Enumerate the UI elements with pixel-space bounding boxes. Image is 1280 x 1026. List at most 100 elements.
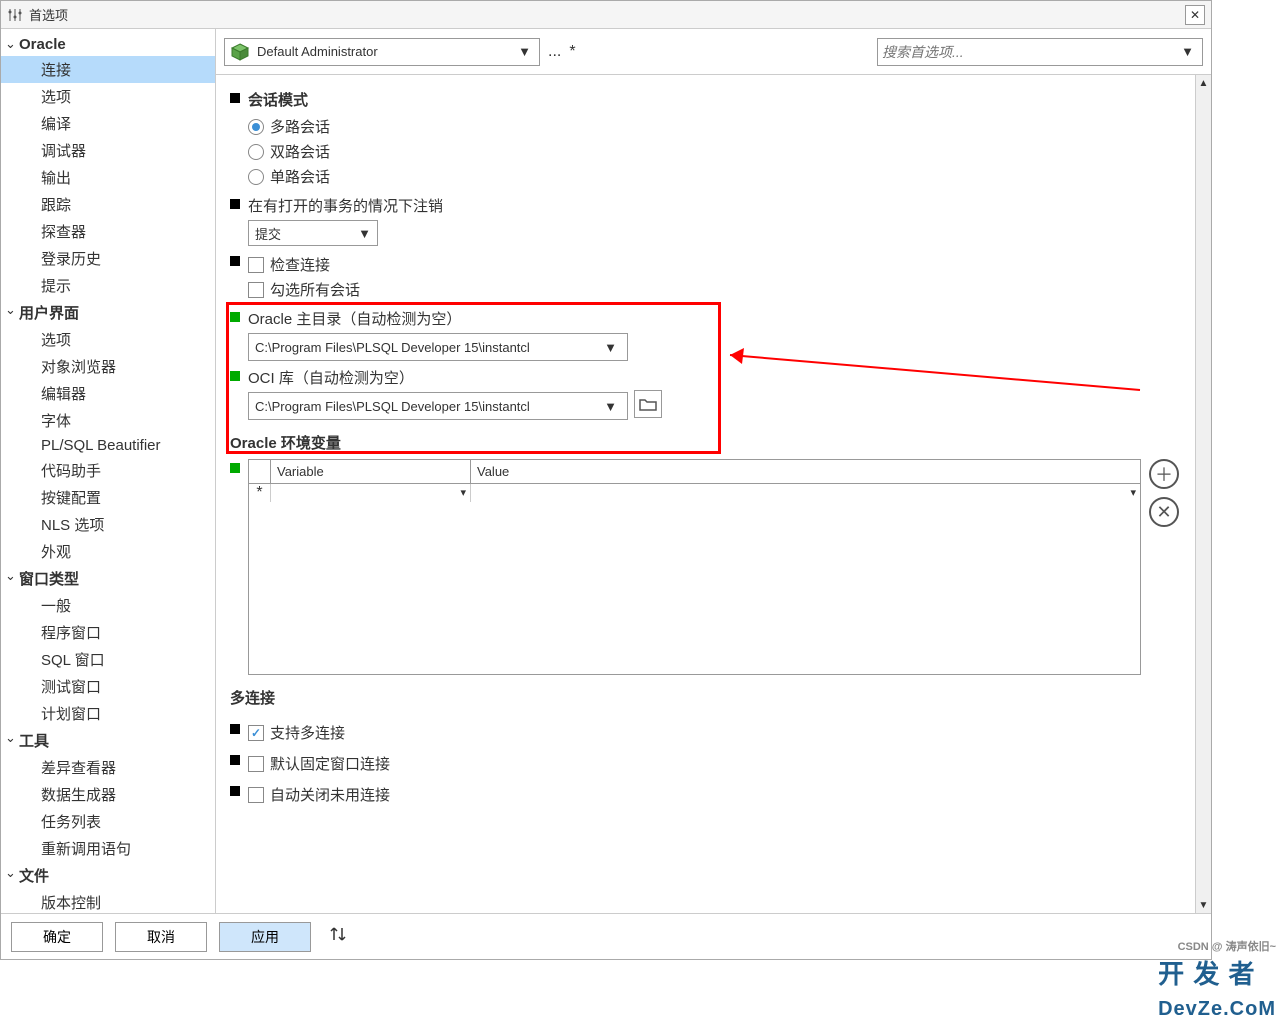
tree-group-window-type[interactable]: 窗口类型: [1, 565, 215, 592]
tree-item[interactable]: 一般: [1, 592, 215, 619]
add-row-button[interactable]: ＋: [1149, 459, 1179, 489]
section-marker: [230, 93, 240, 103]
tree-item[interactable]: 探查器: [1, 218, 215, 245]
env-value-cell[interactable]: ▾: [471, 484, 1140, 502]
watermark: CSDN @ 涛声依旧~ 开 发 者 DevZe.CoM: [1158, 938, 1276, 1022]
tree-item[interactable]: 对象浏览器: [1, 353, 215, 380]
env-variable-cell[interactable]: ▾: [271, 484, 471, 502]
radio-dual-session[interactable]: [248, 144, 264, 160]
tree-item[interactable]: 按键配置: [1, 484, 215, 511]
oracle-home-combo[interactable]: C:\Program Files\PLSQL Developer 15\inst…: [248, 333, 628, 361]
tree-item[interactable]: 任务列表: [1, 808, 215, 835]
dropdown-arrow-icon: ▼: [1177, 44, 1198, 59]
tree-item[interactable]: 编辑器: [1, 380, 215, 407]
section-marker: [230, 371, 240, 381]
tree-item[interactable]: 数据生成器: [1, 781, 215, 808]
check-pin-window[interactable]: [248, 756, 264, 772]
tree-item[interactable]: 计划窗口: [1, 700, 215, 727]
section-marker: [230, 786, 240, 796]
logoff-label: 在有打开的事务的情况下注销: [248, 195, 1179, 216]
tree-item[interactable]: 程序窗口: [1, 619, 215, 646]
nav-tree[interactable]: Oracle 连接 选项 编译 调试器 输出 跟踪 探查器 登录历史 提示 用户…: [1, 29, 215, 913]
tree-item[interactable]: 选项: [1, 326, 215, 353]
search-input[interactable]: [882, 44, 1177, 60]
check-all-sessions[interactable]: [248, 282, 264, 298]
tree-group-tools[interactable]: 工具: [1, 727, 215, 754]
more-button[interactable]: ...: [548, 43, 561, 61]
dropdown-arrow-icon: ▼: [514, 44, 535, 59]
tree-group-oracle[interactable]: Oracle: [1, 33, 215, 56]
modified-indicator: *: [569, 43, 575, 61]
delete-row-button[interactable]: ✕: [1149, 497, 1179, 527]
tree-group-ui[interactable]: 用户界面: [1, 299, 215, 326]
section-marker: [230, 724, 240, 734]
tree-item[interactable]: 跟踪: [1, 191, 215, 218]
oracle-home-label: Oracle 主目录（自动检测为空）: [248, 308, 1179, 329]
check-connection[interactable]: [248, 257, 264, 273]
tree-item[interactable]: NLS 选项: [1, 511, 215, 538]
env-col-variable: Variable: [271, 460, 471, 483]
section-marker: [230, 199, 240, 209]
tree-item[interactable]: 字体: [1, 407, 215, 434]
admin-combo[interactable]: Default Administrator ▼: [224, 38, 540, 66]
section-marker: [230, 312, 240, 322]
tree-item[interactable]: 提示: [1, 272, 215, 299]
tree-item[interactable]: 连接: [1, 56, 215, 83]
oci-lib-combo[interactable]: C:\Program Files\PLSQL Developer 15\inst…: [248, 392, 628, 420]
sort-icon[interactable]: [323, 925, 353, 948]
radio-label: 多路会话: [270, 116, 330, 137]
env-col-value: Value: [471, 460, 1140, 483]
close-button[interactable]: ✕: [1185, 5, 1205, 25]
tree-item[interactable]: 编译: [1, 110, 215, 137]
search-combo[interactable]: ▼: [877, 38, 1203, 66]
sidebar: Oracle 连接 选项 编译 调试器 输出 跟踪 探查器 登录历史 提示 用户…: [1, 29, 216, 913]
oci-lib-value: C:\Program Files\PLSQL Developer 15\inst…: [255, 399, 600, 414]
tree-item[interactable]: 输出: [1, 164, 215, 191]
settings-icon: [7, 8, 23, 22]
admin-label: Default Administrator: [257, 44, 378, 59]
folder-icon: [639, 397, 657, 411]
radio-multi-session[interactable]: [248, 119, 264, 135]
logoff-combo[interactable]: 提交▼: [248, 220, 378, 246]
radio-label: 双路会话: [270, 141, 330, 162]
check-support-multi[interactable]: [248, 725, 264, 741]
multi-heading: 多连接: [230, 681, 1179, 714]
apply-button[interactable]: 应用: [219, 922, 311, 952]
cube-icon: [229, 41, 251, 63]
section-marker: [230, 463, 240, 473]
check-label: 支持多连接: [270, 722, 345, 743]
section-marker: [230, 256, 240, 266]
tree-item[interactable]: 重新调用语句: [1, 835, 215, 862]
content-area: ▲▼ 会话模式 多路会话 双路会话 单路会话: [216, 75, 1211, 913]
tree-item[interactable]: PL/SQL Beautifier: [1, 434, 215, 457]
footer: 确定 取消 应用: [1, 913, 1211, 959]
check-label: 自动关闭未用连接: [270, 784, 390, 805]
titlebar: 首选项 ✕: [1, 1, 1211, 29]
check-label: 检查连接: [270, 254, 330, 275]
radio-single-session[interactable]: [248, 169, 264, 185]
radio-label: 单路会话: [270, 166, 330, 187]
toolbar: Default Administrator ▼ ... * ▼: [216, 29, 1211, 75]
tree-group-files[interactable]: 文件: [1, 862, 215, 889]
cancel-button[interactable]: 取消: [115, 922, 207, 952]
env-table[interactable]: Variable Value * ▾ ▾: [248, 459, 1141, 675]
tree-item[interactable]: SQL 窗口: [1, 646, 215, 673]
tree-item[interactable]: 差异查看器: [1, 754, 215, 781]
preferences-window: 首选项 ✕ Oracle 连接 选项 编译 调试器 输出 跟踪 探查器 登录历史…: [0, 0, 1212, 960]
browse-button[interactable]: [634, 390, 662, 418]
check-auto-close[interactable]: [248, 787, 264, 803]
env-heading: Oracle 环境变量: [230, 426, 1179, 459]
tree-item[interactable]: 选项: [1, 83, 215, 110]
oci-lib-label: OCI 库（自动检测为空）: [248, 367, 1179, 388]
session-mode-title: 会话模式: [248, 89, 1179, 110]
tree-item[interactable]: 版本控制: [1, 889, 215, 913]
window-title: 首选项: [23, 5, 68, 24]
vertical-scrollbar[interactable]: ▲▼: [1195, 75, 1211, 913]
tree-item[interactable]: 调试器: [1, 137, 215, 164]
tree-item[interactable]: 外观: [1, 538, 215, 565]
ok-button[interactable]: 确定: [11, 922, 103, 952]
tree-item[interactable]: 测试窗口: [1, 673, 215, 700]
tree-item[interactable]: 登录历史: [1, 245, 215, 272]
env-row-marker: *: [249, 484, 271, 502]
tree-item[interactable]: 代码助手: [1, 457, 215, 484]
